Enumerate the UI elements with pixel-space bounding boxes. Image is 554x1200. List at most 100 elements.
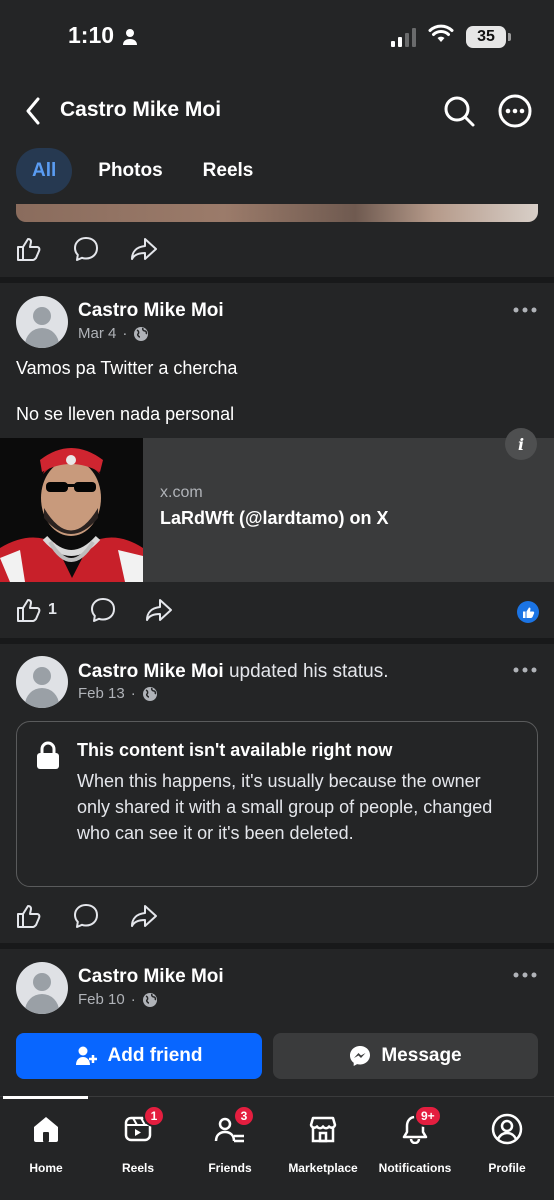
post-date[interactable]: Feb 10 <box>78 991 125 1008</box>
like-count: 1 <box>48 601 57 618</box>
header: Castro Mike Moi <box>0 86 554 136</box>
tab-photos[interactable]: Photos <box>84 148 176 194</box>
like-button[interactable] <box>16 901 42 931</box>
lock-icon <box>35 740 61 775</box>
share-icon <box>131 238 157 260</box>
comment-button[interactable] <box>89 595 117 625</box>
like-button[interactable] <box>16 234 42 264</box>
comment-button[interactable] <box>72 901 100 931</box>
notification-badge: 9+ <box>414 1105 442 1127</box>
link-preview[interactable]: x.com LaRdWft (@lardtamo) on X <box>0 438 554 582</box>
notification-badge: 3 <box>233 1105 255 1127</box>
globe-icon <box>142 686 157 701</box>
reels-icon: 1 <box>121 1105 165 1147</box>
person-icon <box>122 28 138 51</box>
link-title: LaRdWft (@lardtamo) on X <box>160 508 389 528</box>
unavailable-body: When this happens, it's usually because … <box>77 771 493 843</box>
notification-badge: 1 <box>143 1105 165 1127</box>
friends-icon: 3 <box>213 1105 255 1147</box>
share-button[interactable] <box>130 901 158 931</box>
post-text-line: Vamos pa Twitter a chercha <box>16 358 238 378</box>
unavailable-title: This content isn't available right now <box>77 740 393 760</box>
post-text-line: No se lleven nada personal <box>16 404 235 424</box>
tab-label: Home <box>29 1161 63 1175</box>
globe-icon <box>134 326 149 341</box>
wifi-icon <box>428 24 454 49</box>
share-icon <box>145 599 172 621</box>
tab-label: Reels <box>121 1161 155 1175</box>
tab-all[interactable]: All <box>16 148 73 194</box>
post-author[interactable]: Castro Mike Moi <box>78 300 224 322</box>
comment-icon <box>74 237 98 261</box>
home-icon <box>29 1111 63 1147</box>
post-more-icon[interactable] <box>510 660 540 680</box>
share-icon <box>131 905 157 927</box>
divider <box>0 943 554 949</box>
add-friend-button[interactable]: Add friend <box>16 1033 262 1079</box>
tab-label: Notifications <box>378 1161 452 1175</box>
tab-reels[interactable]: Reels <box>189 148 268 194</box>
tab-profile[interactable]: Profile <box>457 1111 554 1175</box>
post-date[interactable]: Mar 4 <box>78 325 116 342</box>
globe-icon <box>142 992 157 1007</box>
post-more-icon[interactable] <box>510 965 540 985</box>
tab-reels[interactable]: 1 Reels <box>88 1105 188 1175</box>
thumbs-up-icon <box>17 238 41 261</box>
comment-button[interactable] <box>72 234 100 264</box>
post-author-line: Castro Mike Moi updated his status. <box>78 661 388 683</box>
page-title: Castro Mike Moi <box>60 98 222 121</box>
active-tab-indicator <box>3 1096 88 1099</box>
tab-label: Friends <box>208 1161 252 1175</box>
bell-icon: 9+ <box>398 1105 442 1147</box>
post-action-text: updated his status. <box>228 661 389 682</box>
post-date[interactable]: Feb 13 <box>78 685 125 702</box>
tab-label: Profile <box>488 1161 526 1175</box>
post-meta: Feb 13 · <box>78 685 158 702</box>
marketplace-icon <box>306 1111 340 1147</box>
content-unavailable-box: This content isn't available right now W… <box>16 721 538 887</box>
signal-icon <box>391 27 416 47</box>
more-options-icon[interactable] <box>496 92 534 130</box>
like-button[interactable]: 1 <box>16 595 57 625</box>
chevron-left-icon <box>26 97 40 125</box>
tab-marketplace[interactable]: Marketplace <box>273 1111 373 1175</box>
status-time: 1:10 <box>68 22 115 48</box>
post-author[interactable]: Castro Mike Moi <box>78 966 224 988</box>
avatar[interactable] <box>16 962 68 1014</box>
tab-home[interactable]: Home <box>0 1111 96 1175</box>
messenger-icon <box>350 1046 371 1066</box>
battery-icon: 35 <box>466 25 511 48</box>
link-thumbnail <box>0 438 143 582</box>
avatar[interactable] <box>16 296 68 348</box>
thumbs-up-icon <box>17 905 41 928</box>
status-bar: 1:10 35 <box>0 0 554 80</box>
tab-notifications[interactable]: 9+ Notifications <box>365 1105 465 1175</box>
post-actions <box>16 234 158 264</box>
tab-label: Marketplace <box>288 1161 358 1175</box>
like-reaction-icon[interactable] <box>517 601 539 623</box>
post-meta: Feb 10 · <box>78 991 158 1008</box>
bottom-tab-bar: Home 1 Reels 3 Friends Marketplace 9+ No… <box>0 1096 554 1200</box>
post-actions <box>16 901 158 931</box>
avatar[interactable] <box>16 656 68 708</box>
share-button[interactable] <box>130 234 158 264</box>
message-button[interactable]: Message <box>273 1033 538 1079</box>
share-button[interactable] <box>145 595 173 625</box>
thumbs-up-icon <box>17 599 41 622</box>
add-friend-label: Add friend <box>107 1045 203 1066</box>
divider <box>0 638 554 644</box>
message-label: Message <box>381 1045 462 1066</box>
comment-icon <box>90 598 115 622</box>
post-author[interactable]: Castro Mike Moi <box>78 661 224 682</box>
tab-friends[interactable]: 3 Friends <box>180 1105 280 1175</box>
divider <box>0 277 554 283</box>
search-icon[interactable] <box>440 92 478 130</box>
comment-icon <box>74 904 98 928</box>
post-meta: Mar 4 · <box>78 325 149 342</box>
info-icon[interactable]: i <box>505 428 537 460</box>
post-image[interactable] <box>16 204 538 222</box>
add-friend-icon <box>75 1046 97 1065</box>
back-button[interactable] <box>18 94 48 128</box>
post-more-icon[interactable] <box>510 300 540 320</box>
filter-tabs: All Photos Reels <box>16 148 267 194</box>
